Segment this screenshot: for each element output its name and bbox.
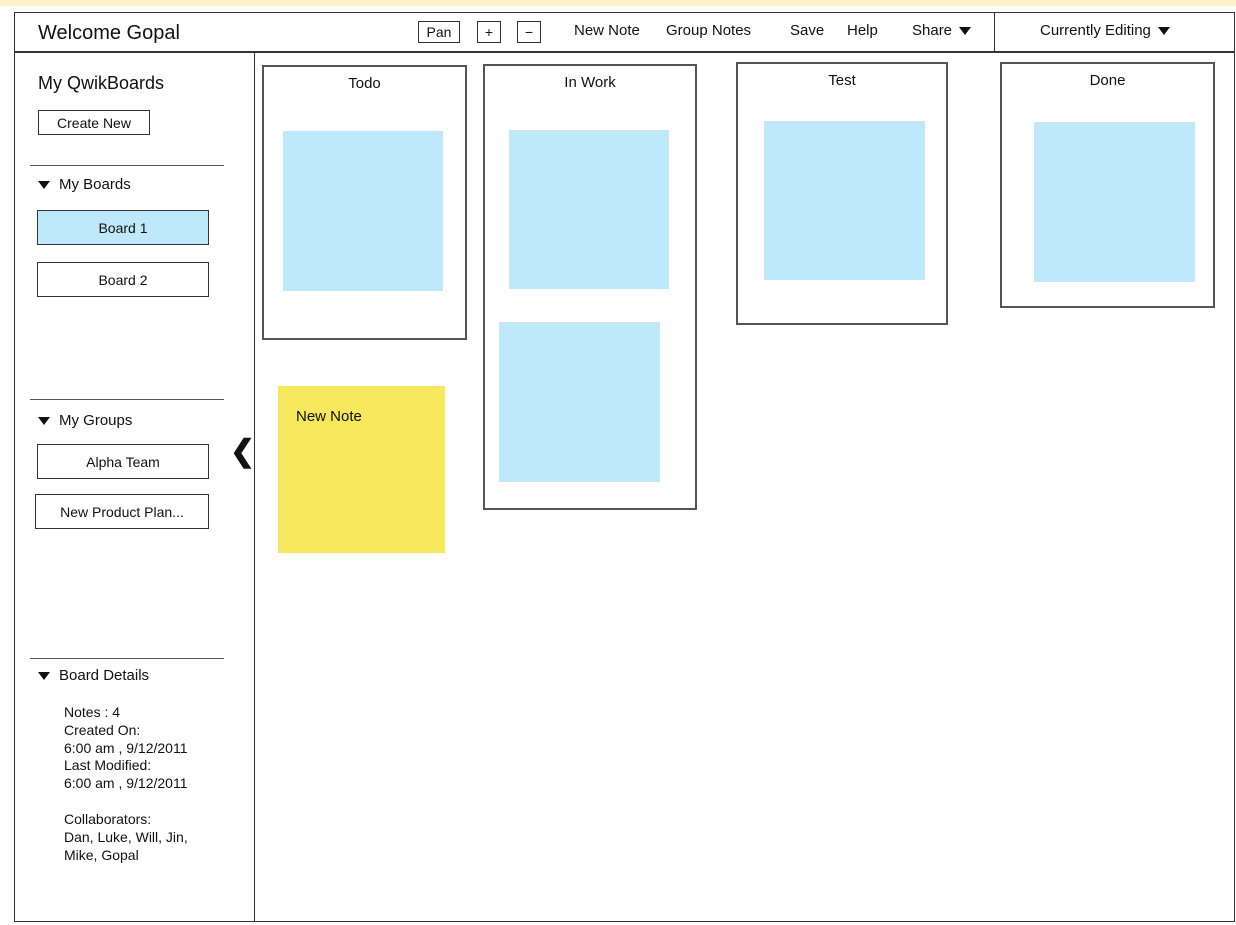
sidebar-divider	[30, 165, 224, 166]
my-groups-section-toggle[interactable]: My Groups	[38, 412, 132, 429]
column-title: Todo	[348, 75, 381, 92]
save-button[interactable]: Save	[790, 22, 824, 39]
column-title: Test	[828, 72, 856, 89]
sidebar-title: My QwikBoards	[38, 73, 165, 93]
toolbar-separator	[994, 13, 995, 51]
sticky-note-test[interactable]	[764, 121, 925, 280]
new-note-label: New Note	[296, 408, 362, 425]
sidebar-divider	[30, 658, 224, 659]
sidebar-divider	[30, 399, 224, 400]
zoom-out-button[interactable]: −	[517, 21, 541, 43]
created-label: Created On:	[64, 721, 141, 738]
collaborators-line-1: Dan, Luke, Will, Jin,	[64, 828, 188, 845]
new-note-button[interactable]: New Note	[574, 22, 640, 39]
header-divider	[14, 51, 1235, 53]
new-sticky-note[interactable]: New Note	[278, 386, 445, 553]
group-notes-button[interactable]: Group Notes	[666, 22, 751, 39]
group-item-new-product-plan[interactable]: New Product Plan...	[35, 494, 209, 529]
sidebar-border	[254, 52, 255, 922]
sticky-note-in-work-1[interactable]	[509, 130, 669, 289]
sticky-note-in-work-2[interactable]	[499, 322, 660, 482]
created-value: 6:00 am , 9/12/2011	[64, 739, 188, 756]
top-strip	[0, 0, 1236, 6]
currently-editing-label: Currently Editing	[1040, 22, 1151, 39]
share-label: Share	[912, 22, 953, 39]
collapse-sidebar-icon[interactable]: ❮	[230, 437, 255, 467]
share-dropdown[interactable]: Share	[912, 22, 972, 39]
share-caret-icon	[959, 27, 972, 36]
my-boards-label: My Boards	[59, 176, 131, 193]
sticky-note-todo[interactable]	[283, 131, 443, 291]
board-item-2[interactable]: Board 2	[37, 262, 209, 297]
triangle-down-icon	[38, 416, 50, 425]
board-details: Notes : 4 Created On: 6:00 am , 9/12/201…	[64, 704, 188, 864]
collaborators-line-2: Mike, Gopal	[64, 846, 139, 863]
notes-count: Notes : 4	[64, 704, 121, 720]
collaborators-label: Collaborators:	[64, 810, 152, 827]
sticky-note-done[interactable]	[1034, 122, 1195, 282]
welcome-title: Welcome Gopal	[38, 22, 180, 44]
zoom-in-button[interactable]: +	[477, 21, 501, 43]
triangle-down-icon	[38, 671, 50, 680]
group-item-alpha-team[interactable]: Alpha Team	[37, 444, 209, 479]
triangle-down-icon	[38, 180, 50, 189]
modified-value: 6:00 am , 9/12/2011	[64, 775, 188, 792]
column-title: In Work	[564, 74, 616, 91]
create-new-button[interactable]: Create New	[38, 110, 150, 135]
column-title: Done	[1089, 72, 1126, 89]
currently-editing-dropdown[interactable]: Currently Editing	[1040, 22, 1170, 39]
board-details-label: Board Details	[59, 667, 150, 684]
my-boards-section-toggle[interactable]: My Boards	[38, 176, 131, 193]
board-item-1[interactable]: Board 1	[37, 210, 209, 245]
help-button[interactable]: Help	[847, 22, 878, 39]
modified-label: Last Modified:	[64, 757, 152, 774]
board-details-section-toggle[interactable]: Board Details	[38, 667, 149, 684]
editing-caret-icon	[1157, 27, 1170, 36]
my-groups-label: My Groups	[59, 412, 133, 429]
pan-button[interactable]: Pan	[418, 21, 460, 43]
